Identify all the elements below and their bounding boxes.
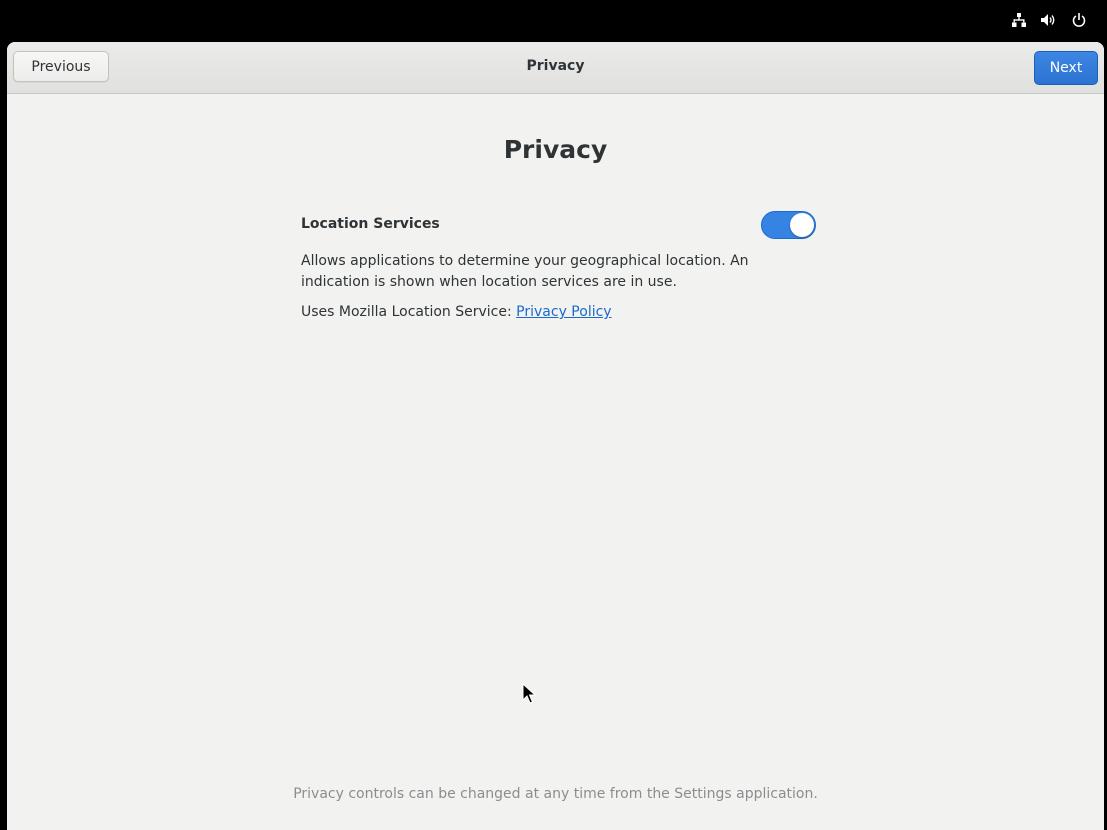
setup-window: Previous Privacy Next Privacy Location S… <box>7 42 1104 830</box>
location-services-toggle[interactable] <box>761 211 816 239</box>
power-icon[interactable] <box>1071 12 1087 28</box>
location-services-label: Location Services <box>301 216 440 232</box>
toggle-knob <box>790 213 814 237</box>
mouse-cursor-icon <box>522 683 536 704</box>
location-services-description: Allows applications to determine your ge… <box>301 253 749 290</box>
header-title: Privacy <box>526 58 585 74</box>
volume-icon[interactable] <box>1041 12 1057 28</box>
header-bar: Previous Privacy Next <box>7 42 1104 94</box>
top-bar <box>0 0 1107 42</box>
footer-note: Privacy controls can be changed at any t… <box>293 786 818 802</box>
system-tray[interactable] <box>1011 12 1087 28</box>
page-title: Privacy <box>503 135 608 164</box>
next-button[interactable]: Next <box>1034 51 1098 85</box>
network-icon[interactable] <box>1011 12 1027 28</box>
main-content: Privacy Location Services Allows applica… <box>7 94 1104 830</box>
privacy-policy-link[interactable]: Privacy Policy <box>516 304 611 320</box>
service-prefix-text: Uses Mozilla Location Service: <box>301 304 517 320</box>
location-service-provider: Uses Mozilla Location Service: Privacy P… <box>301 304 612 320</box>
